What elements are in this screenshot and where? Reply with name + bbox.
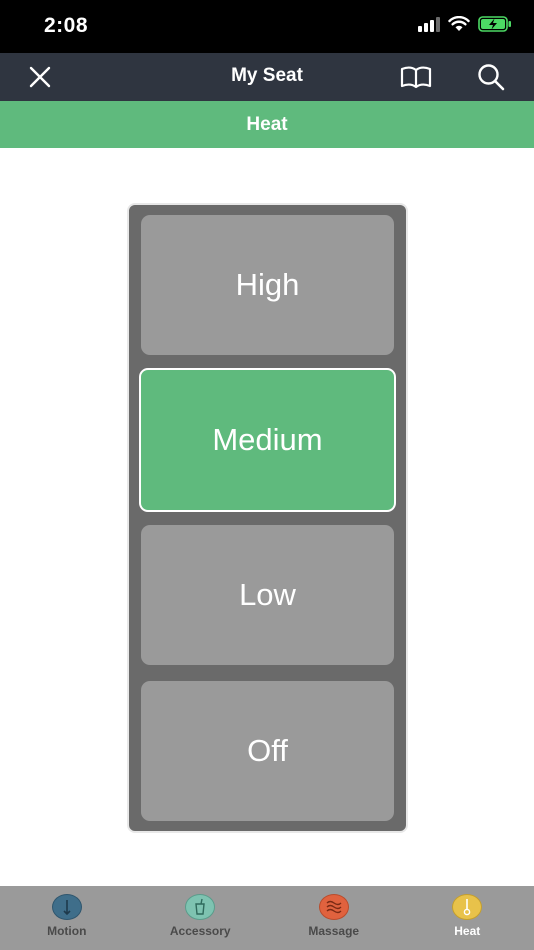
tab-label: Massage	[308, 924, 360, 938]
tab-massage[interactable]: Massage	[267, 886, 401, 950]
tab-label: Accessory	[169, 924, 231, 938]
heat-low-button[interactable]: Low	[141, 525, 394, 665]
manual-button[interactable]	[399, 61, 433, 93]
cellular-signal-icon	[418, 16, 440, 32]
battery-charging-icon	[478, 16, 511, 32]
tab-motion[interactable]: Motion	[0, 886, 134, 950]
heat-level-panel: High Medium Low Off	[127, 203, 408, 833]
tab-label: Heat	[454, 924, 481, 938]
wifi-icon	[448, 16, 470, 31]
heat-medium-button[interactable]: Medium	[139, 368, 396, 512]
heat-off-button[interactable]: Off	[141, 681, 394, 821]
book-icon	[400, 66, 432, 89]
section-header: Heat	[0, 101, 534, 148]
heat-icon	[452, 894, 483, 920]
status-icons	[418, 16, 512, 32]
search-button[interactable]	[474, 61, 508, 93]
search-icon	[478, 64, 505, 91]
tab-bar: Motion Accessory Massage Heat	[0, 886, 534, 950]
tab-accessory[interactable]: Accessory	[134, 886, 268, 950]
page-title: My Seat	[231, 65, 303, 86]
tab-label: Motion	[47, 924, 87, 938]
accessory-icon	[185, 894, 216, 920]
heat-high-button[interactable]: High	[141, 215, 394, 355]
navigation-bar: My Seat	[0, 53, 534, 101]
status-bar: 2:08	[0, 0, 534, 53]
status-time: 2:08	[44, 14, 89, 37]
motion-icon	[51, 894, 82, 920]
tab-heat[interactable]: Heat	[401, 886, 534, 950]
massage-icon	[318, 894, 349, 920]
